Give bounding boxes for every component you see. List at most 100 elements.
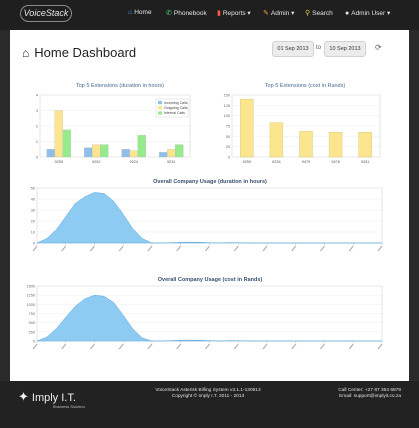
- date-from-field[interactable]: 01 Sep 2013: [272, 41, 314, 57]
- x-tick-label: [32, 343, 38, 350]
- app-logo[interactable]: VoiceStack: [20, 5, 72, 22]
- bar: [129, 150, 138, 158]
- y-tick-label: 4: [36, 94, 38, 98]
- page-title: ⌂ Home Dashboard: [22, 45, 137, 60]
- nav-home[interactable]: ⌂ Home: [128, 9, 152, 16]
- x-tick-label: [205, 245, 210, 252]
- legend-label: Outgoing Calls: [164, 106, 188, 110]
- y-tick-label: 3: [36, 109, 38, 113]
- y-tick-label: 100: [224, 114, 230, 118]
- y-tick-label: 1500: [27, 285, 35, 289]
- y-tick-label: 10: [31, 231, 35, 235]
- legend-label: Internal Calls: [164, 111, 185, 115]
- y-tick-label: 0: [33, 242, 35, 246]
- bar: [54, 110, 63, 158]
- bar: [328, 132, 343, 158]
- nav-reports[interactable]: ▮ Reports ▾: [217, 9, 251, 17]
- y-tick-label: 2: [36, 125, 38, 129]
- user-icon: ●: [345, 10, 350, 17]
- x-tick-label: [320, 245, 325, 252]
- x-tick-label: 9478: [331, 160, 339, 164]
- y-tick-label: 50: [226, 135, 230, 139]
- date-to-field[interactable]: 10 Sep 2013: [324, 41, 366, 57]
- x-tick-label: [291, 343, 297, 350]
- legend-swatch: [158, 101, 162, 105]
- x-tick-label: [61, 245, 67, 252]
- bar: [175, 144, 184, 158]
- x-tick-label: [118, 343, 124, 350]
- y-tick-label: 750: [29, 312, 35, 316]
- x-tick-label: [176, 343, 182, 350]
- x-tick-label: [291, 245, 297, 252]
- x-tick-label: [233, 245, 239, 252]
- bar: [167, 149, 176, 158]
- y-tick-label: 1: [36, 140, 38, 144]
- x-tick-label: [205, 343, 210, 350]
- nav-admin-user[interactable]: ● Admin User ▾: [345, 9, 390, 17]
- search-icon: ⚲: [305, 10, 311, 17]
- bar: [84, 147, 93, 158]
- bar: [299, 131, 313, 158]
- chevron-down-icon: ▾: [289, 10, 295, 17]
- x-tick-label: [90, 343, 95, 350]
- x-tick-label: [147, 343, 153, 350]
- footer-brand-sub: Business Solution: [53, 404, 85, 409]
- y-tick-label: 1250: [27, 294, 35, 298]
- y-tick-label: 75: [226, 125, 230, 129]
- dashboard-panel: ⌂ Home Dashboard 01 Sep 2013 to 10 Sep 20…: [10, 30, 409, 381]
- bar: [240, 98, 254, 158]
- refresh-icon[interactable]: ⟳: [375, 43, 382, 52]
- x-tick-label: [377, 343, 383, 350]
- home-icon: ⌂: [128, 9, 133, 16]
- date-to-label: to: [316, 45, 322, 51]
- y-tick-label: 40: [31, 198, 35, 202]
- x-tick-label: [262, 343, 268, 350]
- y-tick-label: 250: [29, 330, 35, 334]
- x-tick-label: [147, 245, 153, 252]
- legend-label: Incoming Calls: [164, 101, 188, 105]
- y-tick-label: 25: [226, 145, 230, 149]
- chart-cost-top5: 0 25 50 75 100 125 150 9259 9234 9479 9478 9251: [224, 94, 381, 164]
- footer-info: VoiceStack Asterisk Billing System v3.1.…: [155, 388, 261, 399]
- x-tick-label: 9231: [167, 160, 175, 164]
- top-navbar: VoiceStack ⌂ Home ✆ Phonebook ▮ Reports ▾ ✎…: [0, 0, 419, 30]
- nav-phonebook[interactable]: ✆ Phonebook: [166, 9, 207, 17]
- home-icon: ⌂: [22, 46, 30, 60]
- x-tick-label: [377, 245, 383, 252]
- y-tick-label: 500: [29, 321, 35, 325]
- footer-logo: ✦ Imply I.T.: [18, 389, 76, 404]
- legend-swatch: [158, 106, 162, 110]
- y-tick-label: 20: [31, 220, 35, 224]
- x-tick-label: [320, 343, 325, 350]
- bar: [358, 132, 372, 158]
- bar: [100, 144, 109, 158]
- x-tick-label: 9251: [361, 160, 369, 164]
- bar: [137, 135, 146, 158]
- legend-swatch: [158, 111, 162, 115]
- y-tick-label: 0: [33, 340, 35, 344]
- bar: [159, 152, 168, 158]
- x-tick-label: [348, 245, 354, 252]
- x-tick-label: [233, 343, 239, 350]
- x-tick-label: 9479: [302, 160, 310, 164]
- y-tick-label: 0: [36, 156, 38, 160]
- y-tick-label: 30: [31, 209, 35, 213]
- x-tick-label: [176, 245, 182, 252]
- bar: [121, 149, 130, 158]
- wrench-icon: ✎: [263, 10, 269, 17]
- bar: [269, 122, 284, 158]
- implyit-logo-icon: ✦: [18, 389, 29, 404]
- y-tick-label: 1000: [27, 303, 35, 307]
- x-tick-label: 9259: [55, 160, 63, 164]
- x-tick-label: [348, 343, 354, 350]
- nav-search[interactable]: ⚲ Search: [305, 9, 333, 17]
- footer: ✦ Imply I.T. Business Solution VoiceStack…: [0, 381, 419, 428]
- nav-admin[interactable]: ✎ Admin ▾: [263, 9, 294, 17]
- phone-icon: ✆: [166, 10, 172, 17]
- x-tick-label: 9252: [92, 160, 100, 164]
- footer-contact: Call Center: +27 87 353 6878 Email: supp…: [338, 388, 401, 399]
- bar: [46, 149, 55, 158]
- x-tick-label: 9234: [272, 160, 280, 164]
- x-tick-label: [32, 245, 38, 252]
- x-tick-label: [118, 245, 124, 252]
